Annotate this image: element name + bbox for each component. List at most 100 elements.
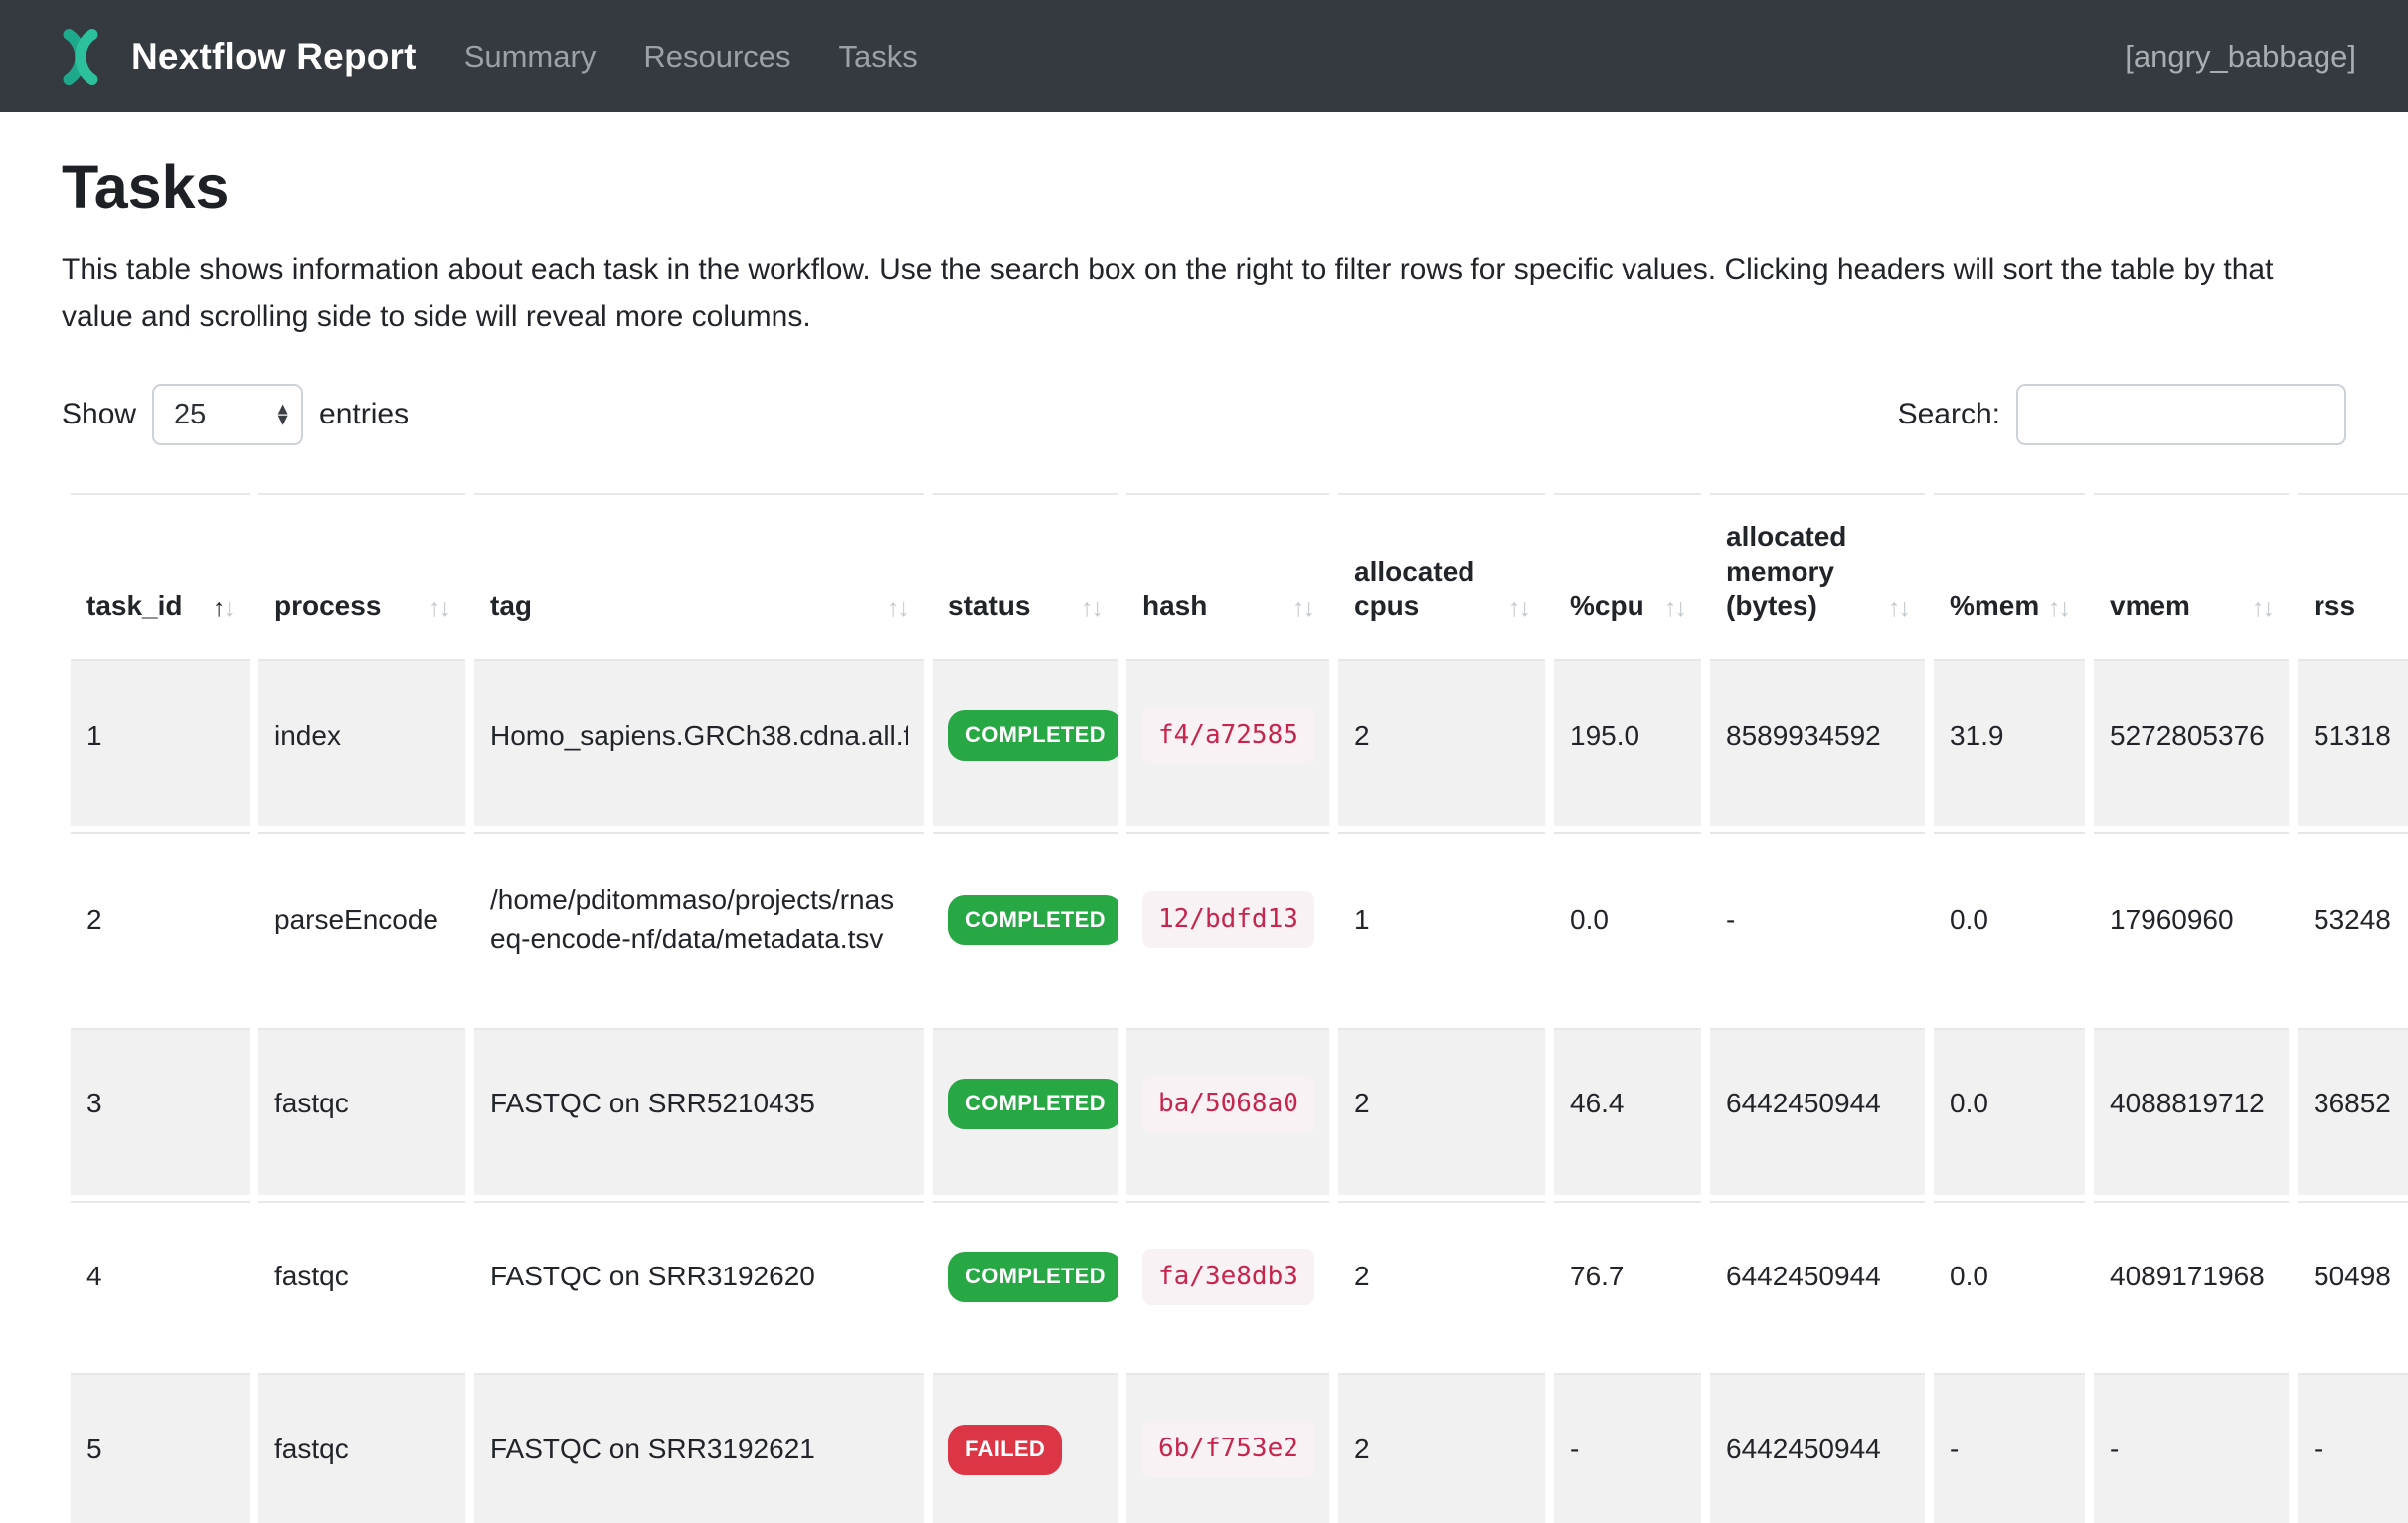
tasks-table-scroll-area[interactable]: task_id ↑↓ process ↑↓ tag ↑↓ status ↑↓ h… [62, 487, 2408, 1523]
cell-pmem: 0.0 [1934, 1028, 2085, 1195]
hash-code: ba/5068a0 [1142, 1076, 1314, 1133]
cell-task-id: 1 [71, 659, 250, 826]
nav-link-tasks[interactable]: Tasks [839, 39, 918, 75]
navbar: Nextflow Report Summary Resources Tasks … [0, 0, 2408, 112]
cell-pmem: 0.0 [1934, 1201, 2085, 1368]
cell-memory: - [1710, 832, 1925, 1022]
sort-icon: ↑↓ [2252, 594, 2273, 623]
cell-vmem: - [2094, 1373, 2289, 1523]
sort-icon: ↑↓ [1664, 594, 1685, 623]
cell-memory: 8589934592 [1710, 659, 1925, 826]
cell-pcpu: 76.7 [1554, 1201, 1701, 1368]
cell-status: COMPLETED [933, 1201, 1118, 1368]
cell-cpus: 2 [1338, 1201, 1545, 1368]
tasks-table: task_id ↑↓ process ↑↓ tag ↑↓ status ↑↓ h… [62, 487, 2408, 1523]
cell-task-id: 5 [71, 1373, 250, 1523]
cell-process: fastqc [258, 1373, 465, 1523]
col-header-status[interactable]: status ↑↓ [933, 493, 1118, 653]
sort-icon: ↑↓ [1292, 594, 1313, 623]
entries-label: entries [319, 398, 409, 431]
col-header-allocated-cpus[interactable]: allocated cpus ↑↓ [1338, 493, 1545, 653]
cell-cpus: 1 [1338, 832, 1545, 1022]
cell-tag: Homo_sapiens.GRCh38.cdna.all.fa.gz [474, 659, 924, 826]
cell-process: index [258, 659, 465, 826]
cell-rss: 51318 [2298, 659, 2408, 826]
cell-cpus: 2 [1338, 1028, 1545, 1195]
sort-icon: ↑↓ [1888, 594, 1909, 623]
page-length-control: Show 25 ▲▼ entries [62, 384, 409, 445]
cell-pmem: 0.0 [1934, 832, 2085, 1022]
show-label: Show [62, 398, 136, 431]
cell-vmem: 4088819712 [2094, 1028, 2289, 1195]
hash-code: f4/a72585 [1142, 707, 1314, 764]
cell-task-id: 2 [71, 832, 250, 1022]
search-label: Search: [1898, 398, 2000, 431]
sort-icon: ↑↓ [213, 594, 234, 623]
col-header-pcpu[interactable]: %cpu ↑↓ [1554, 493, 1701, 653]
nav-link-resources[interactable]: Resources [643, 39, 790, 75]
table-row: 1indexHomo_sapiens.GRCh38.cdna.all.fa.gz… [71, 659, 2408, 826]
cell-cpus: 2 [1338, 1373, 1545, 1523]
cell-process: fastqc [258, 1028, 465, 1195]
search-input[interactable] [2016, 384, 2346, 445]
navbar-brand[interactable]: Nextflow Report [52, 28, 417, 85]
select-updown-icon: ▲▼ [274, 404, 291, 424]
cell-rss: 53248 [2298, 832, 2408, 1022]
table-row: 3fastqcFASTQC on SRR5210435 COMPLETED ba/5… [71, 1028, 2408, 1195]
col-header-tag[interactable]: tag ↑↓ [474, 493, 924, 653]
cell-status: FAILED [933, 1373, 1118, 1523]
main-content: Tasks This table shows information about… [0, 112, 2408, 1523]
table-row: 4fastqcFASTQC on SRR3192620COMPLETEDfa/3… [71, 1201, 2408, 1368]
cell-hash: 6b/f753e2 [1126, 1373, 1329, 1523]
cell-pcpu: - [1554, 1373, 1701, 1523]
sort-icon: ↑↓ [1081, 594, 1102, 623]
cell-rss: - [2298, 1373, 2408, 1523]
page-description: This table shows information about each … [62, 248, 2346, 340]
cell-tag: FASTQC on SRR5210435 [474, 1028, 924, 1195]
cell-hash: 12/bdfd13 [1126, 832, 1329, 1022]
page-length-value: 25 [174, 399, 206, 431]
page-length-select[interactable]: 25 ▲▼ [152, 384, 303, 445]
col-header-hash[interactable]: hash ↑↓ [1126, 493, 1329, 653]
cell-vmem: 17960960 [2094, 832, 2289, 1022]
cell-pcpu: 0.0 [1554, 832, 1701, 1022]
col-header-vmem[interactable]: vmem ↑↓ [2094, 493, 2289, 653]
cell-memory: 6442450944 [1710, 1028, 1925, 1195]
col-header-allocated-memory[interactable]: allocated memory (bytes) ↑↓ [1710, 493, 1925, 653]
cell-process: parseEncode [258, 832, 465, 1022]
sort-icon: ↑↓ [1508, 594, 1529, 623]
cell-pcpu: 46.4 [1554, 1028, 1701, 1195]
table-controls: Show 25 ▲▼ entries Search: [62, 384, 2346, 445]
table-row: 2parseEncode/home/pditommaso/projects/rn… [71, 832, 2408, 1022]
sort-icon: ↑↓ [2048, 594, 2069, 623]
cell-vmem: 4089171968 [2094, 1201, 2289, 1368]
table-body: 1indexHomo_sapiens.GRCh38.cdna.all.fa.gz… [71, 659, 2408, 1523]
cell-task-id: 3 [71, 1028, 250, 1195]
col-header-rss[interactable]: rss ↑↓ [2298, 493, 2408, 653]
cell-vmem: 5272805376 [2094, 659, 2289, 826]
cell-task-id: 4 [71, 1201, 250, 1368]
cell-pmem: - [1934, 1373, 2085, 1523]
brand-title: Nextflow Report [131, 36, 417, 78]
hash-code: 12/bdfd13 [1142, 891, 1314, 948]
col-header-pmem[interactable]: %mem ↑↓ [1934, 493, 2085, 653]
cell-memory: 6442450944 [1710, 1201, 1925, 1368]
cell-status: COMPLETED [933, 832, 1118, 1022]
col-header-task-id[interactable]: task_id ↑↓ [71, 493, 250, 653]
cell-rss: 36852 [2298, 1028, 2408, 1195]
cell-hash: fa/3e8db3 [1126, 1201, 1329, 1368]
cell-cpus: 2 [1338, 659, 1545, 826]
status-badge: COMPLETED [948, 710, 1118, 761]
status-badge: COMPLETED [948, 895, 1118, 945]
header-row: task_id ↑↓ process ↑↓ tag ↑↓ status ↑↓ h… [71, 493, 2408, 653]
hash-code: 6b/f753e2 [1142, 1421, 1314, 1478]
cell-pmem: 31.9 [1934, 659, 2085, 826]
status-badge: COMPLETED [948, 1079, 1118, 1129]
nav-link-summary[interactable]: Summary [464, 39, 597, 75]
status-badge: COMPLETED [948, 1252, 1118, 1302]
sort-icon: ↑↓ [887, 594, 908, 623]
run-name-label: [angry_babbage] [2125, 39, 2356, 75]
cell-tag: FASTQC on SRR3192621 [474, 1373, 924, 1523]
col-header-process[interactable]: process ↑↓ [258, 493, 465, 653]
sort-icon: ↑↓ [429, 594, 449, 623]
